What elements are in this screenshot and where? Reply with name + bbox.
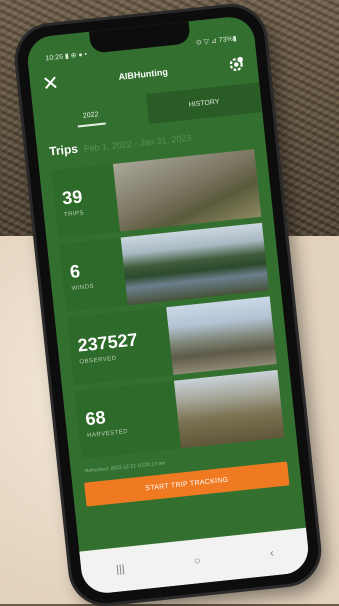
- tab-history-label: HISTORY: [188, 98, 220, 109]
- tab-2022-label: 2022: [82, 110, 99, 120]
- stat-box: 237527 OBSERVED: [66, 307, 174, 386]
- android-nav-bar: ||| ○ ‹: [79, 527, 311, 596]
- stat-card-trips[interactable]: 39 TRIPS: [51, 149, 262, 239]
- stat-card-observed[interactable]: 237527 OBSERVED: [66, 296, 277, 386]
- harvest-photo: [173, 369, 285, 449]
- phone-screen: 10:26 ▮ ⊕ ● • ⊙ ▽ ⊿ 73%▮ ✕ AIBHunting 20…: [25, 14, 311, 596]
- stat-value: 6: [68, 261, 82, 283]
- stat-box: 39 TRIPS: [51, 163, 121, 239]
- hunter-photo: [112, 149, 262, 232]
- river-photo: [120, 222, 270, 306]
- stat-label: WINDS: [71, 283, 95, 292]
- stat-card-winds[interactable]: 6 WINDS: [59, 222, 270, 312]
- elk-herd-photo: [166, 296, 277, 375]
- stat-label: TRIPS: [63, 210, 85, 219]
- trips-title: Trips: [48, 141, 79, 159]
- app-title: AIBHunting: [117, 66, 169, 82]
- gear-icon[interactable]: [226, 55, 246, 75]
- recent-apps-icon[interactable]: |||: [116, 563, 126, 576]
- back-icon[interactable]: ‹: [269, 547, 274, 559]
- stat-value: 39: [61, 186, 84, 209]
- trips-date-range: Feb 1, 2022 - Jan 31, 2023: [83, 132, 192, 154]
- stat-box: 68 HARVESTED: [74, 380, 182, 459]
- home-icon[interactable]: ○: [193, 555, 201, 568]
- close-icon[interactable]: ✕: [41, 72, 60, 96]
- stat-box: 6 WINDS: [59, 237, 128, 312]
